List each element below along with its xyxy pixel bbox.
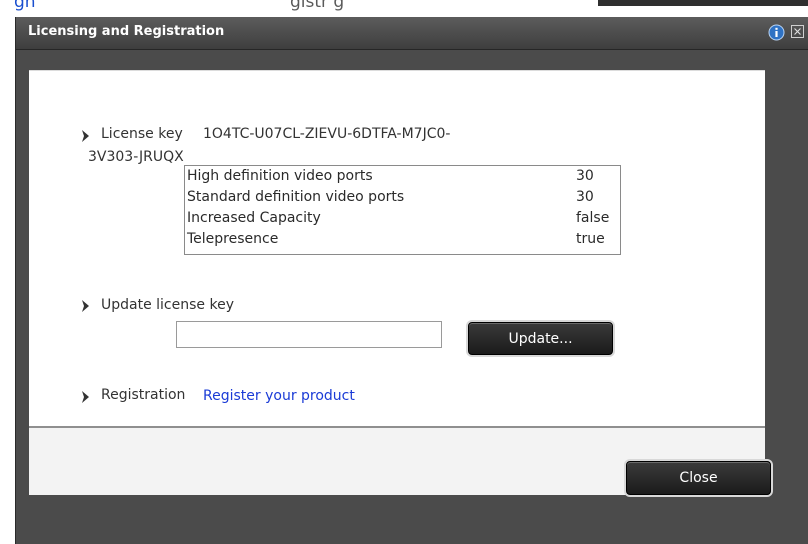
registration-label: Registration bbox=[101, 387, 186, 403]
update-license-key-label: Update license key bbox=[101, 297, 234, 313]
feature-name: Standard definition video ports bbox=[187, 189, 405, 205]
chevron-right-icon bbox=[82, 300, 89, 312]
background-bar bbox=[598, 0, 808, 6]
close-x-icon[interactable] bbox=[791, 25, 804, 38]
dialog-title: Licensing and Registration bbox=[28, 24, 225, 39]
feature-value: true bbox=[576, 231, 605, 247]
license-features-table: High definition video ports 30 Standard … bbox=[184, 165, 621, 255]
chevron-right-icon bbox=[82, 130, 89, 142]
feature-name: Telepresence bbox=[187, 231, 279, 247]
register-product-link[interactable]: Register your product bbox=[203, 388, 355, 404]
background-page-fragment: gn gistr g bbox=[0, 0, 808, 17]
dialog-titlebar[interactable]: Licensing and Registration bbox=[16, 17, 808, 50]
feature-value: false bbox=[576, 210, 610, 226]
license-key-label: License key bbox=[101, 126, 183, 142]
table-row: Telepresence true bbox=[185, 230, 620, 250]
license-key-input[interactable] bbox=[176, 321, 442, 348]
feature-name: High definition video ports bbox=[187, 168, 373, 184]
feature-value: 30 bbox=[576, 189, 594, 205]
info-icon[interactable] bbox=[768, 24, 785, 41]
update-button[interactable]: Update... bbox=[468, 322, 613, 355]
license-key-value-line2: 3V303-JRUQX bbox=[88, 149, 184, 165]
update-button-label: Update... bbox=[508, 330, 573, 347]
feature-name: Increased Capacity bbox=[187, 210, 321, 226]
close-button-label: Close bbox=[679, 470, 718, 486]
table-row: Standard definition video ports 30 bbox=[185, 188, 620, 208]
feature-value: 30 bbox=[576, 168, 594, 184]
close-button[interactable]: Close bbox=[626, 461, 771, 495]
background-text-fragment: gn bbox=[14, 0, 36, 12]
background-text-fragment-2: gistr g bbox=[290, 0, 345, 12]
table-row: Increased Capacity false bbox=[185, 209, 620, 229]
license-key-value-line1: 1O4TC-U07CL-ZIEVU-6DTFA-M7JC0- bbox=[203, 126, 451, 142]
table-row: High definition video ports 30 bbox=[185, 167, 620, 187]
chevron-right-icon bbox=[82, 391, 89, 403]
